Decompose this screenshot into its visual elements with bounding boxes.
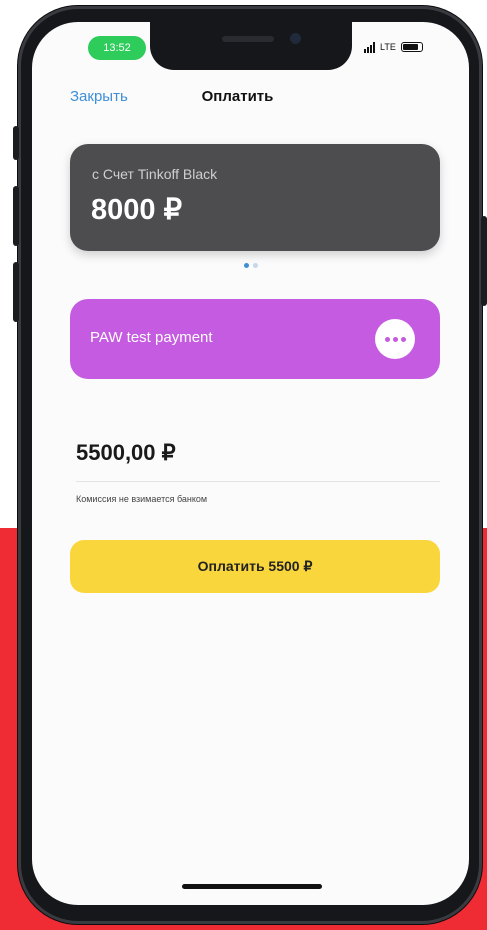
payment-amount: 5500,00 ₽: [76, 440, 176, 465]
account-card[interactable]: с Счет Tinkoff Black 8000 ₽: [70, 144, 440, 251]
amount-divider: [76, 481, 440, 482]
more-horizontal-icon-dot: [392, 336, 398, 342]
merchant-name: PAW test payment: [90, 329, 213, 346]
more-horizontal-icon-dot: [400, 336, 406, 342]
power-button: [481, 216, 487, 306]
account-balance: 8000 ₽: [91, 194, 183, 226]
speaker-grille: [222, 36, 274, 42]
phone-screen: 13:52 LTE Закрыть Оплатить с Счет Tinkof…: [32, 22, 469, 905]
status-time: 13:52: [88, 36, 146, 60]
home-indicator[interactable]: [182, 884, 322, 889]
front-camera: [290, 33, 301, 44]
volume-up-button: [13, 186, 19, 246]
merchant-card: PAW test payment: [70, 299, 440, 379]
more-options-button[interactable]: [375, 319, 415, 359]
battery-icon: [400, 42, 423, 52]
status-bar-right: LTE: [364, 39, 423, 55]
carousel-dot[interactable]: [253, 263, 258, 268]
network-label: LTE: [380, 42, 396, 52]
page-title-text: Оплатить: [201, 88, 274, 105]
more-horizontal-icon-dot: [384, 336, 390, 342]
volume-down-button: [13, 262, 19, 322]
silent-switch: [13, 126, 19, 160]
pay-button[interactable]: Оплатить 5500 ₽: [70, 540, 440, 593]
carousel-dot[interactable]: [244, 263, 249, 268]
notch: [150, 22, 352, 70]
fee-note: Комиссия не взимается банком: [76, 494, 208, 504]
account-name: с Счет Tinkoff Black: [92, 166, 218, 182]
carousel-page-indicator[interactable]: [244, 263, 258, 268]
signal-icon: [364, 41, 375, 53]
page-title: Оплатить: [32, 88, 469, 105]
